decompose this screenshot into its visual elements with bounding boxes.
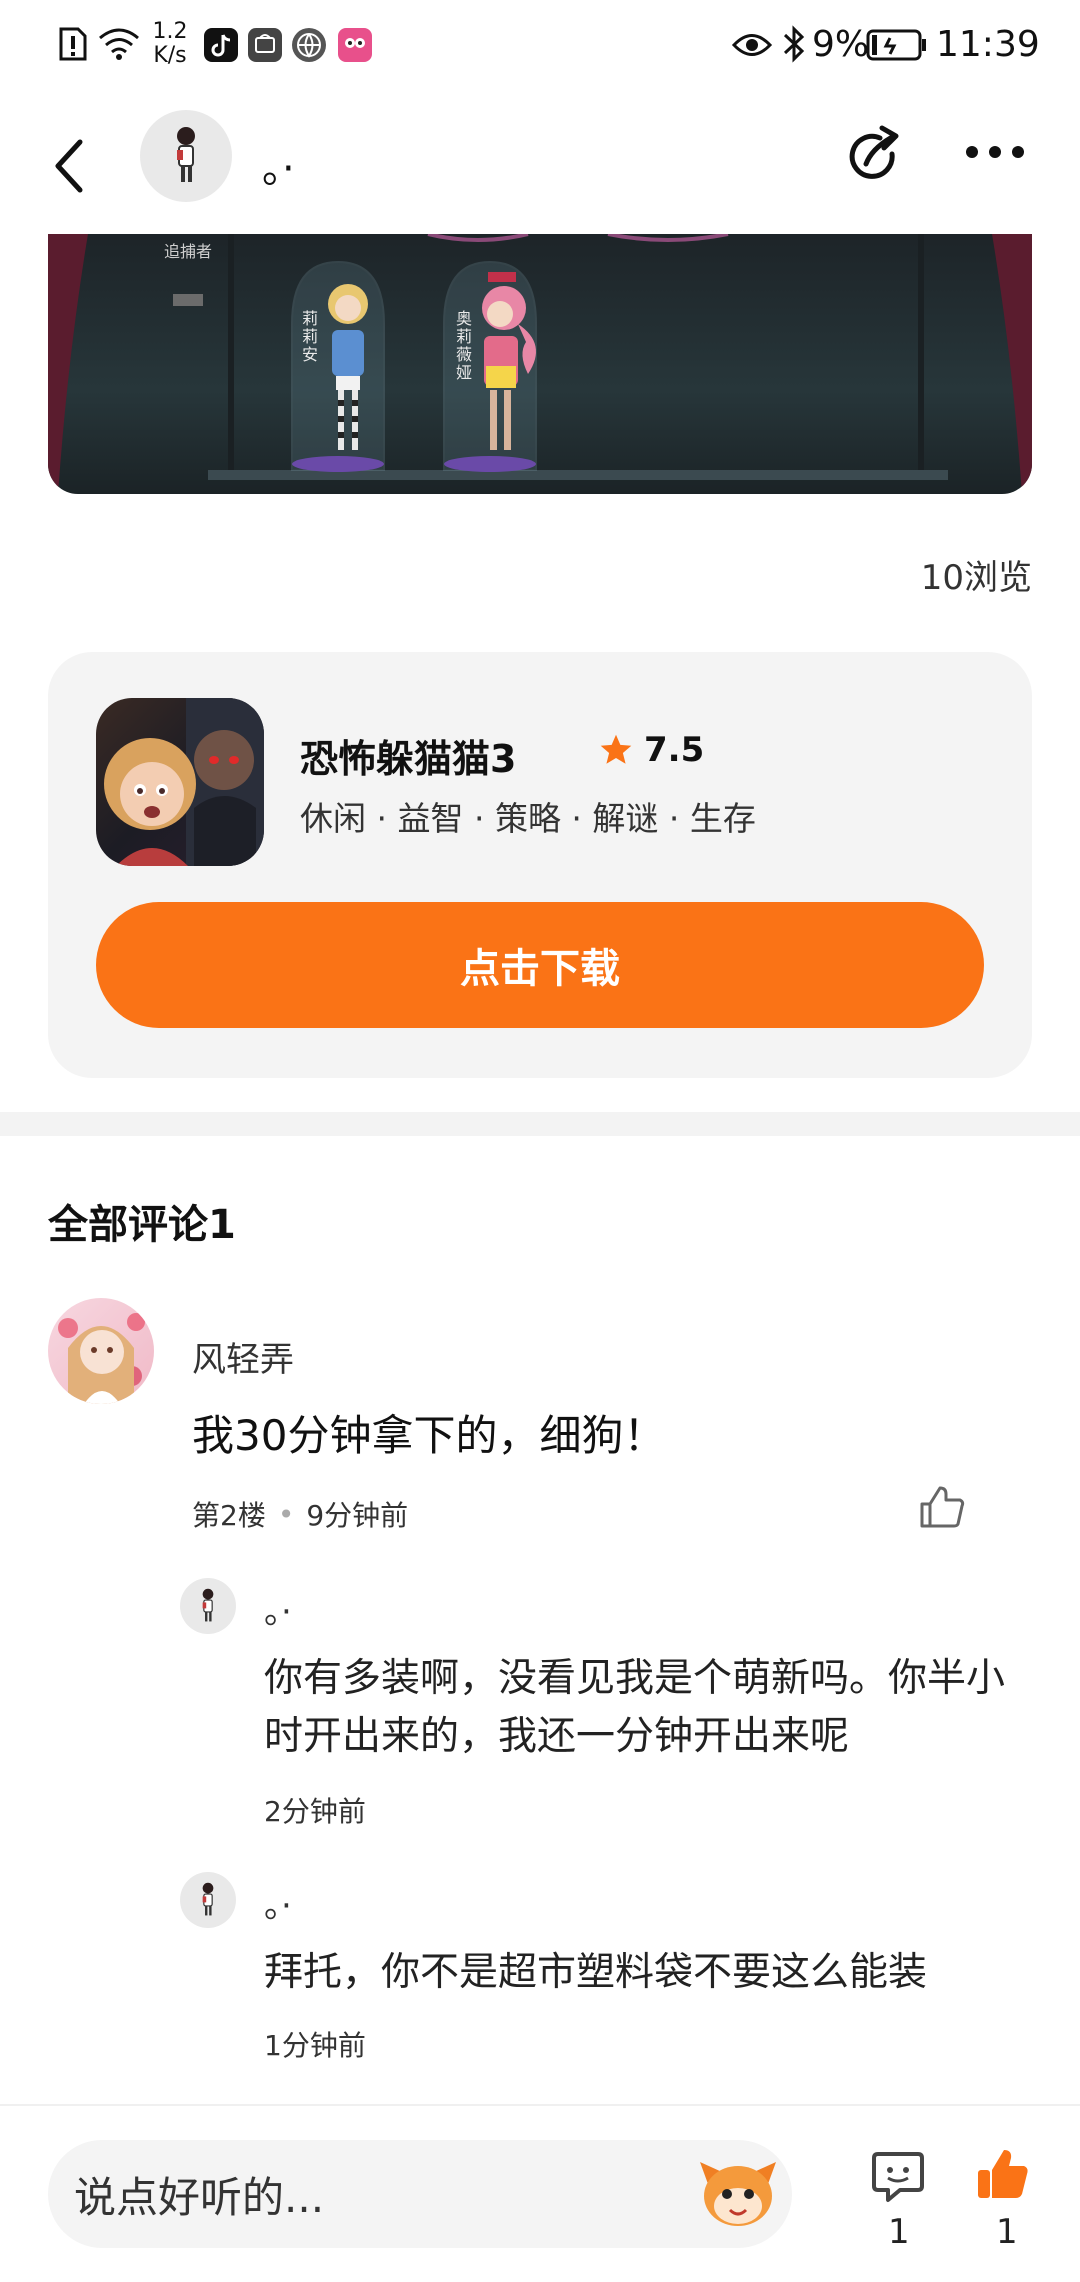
reply-time: 2分钟前: [264, 1795, 366, 1828]
comments-title: 全部评论1: [48, 1202, 236, 1248]
comment-username[interactable]: 风轻弄: [192, 1332, 294, 1381]
comment-input[interactable]: 说点好听的...: [48, 2140, 792, 2248]
commenter-avatar-art: [58, 1313, 145, 1404]
reply-time: 1分钟前: [264, 2029, 366, 2062]
reply-avatar-figure: [202, 1588, 214, 1622]
reply-username[interactable]: 。·: [264, 1584, 292, 1633]
post-image[interactable]: 追捕者 莉莉安 奥莉薇娅: [48, 234, 1032, 494]
author-name[interactable]: 。·: [262, 136, 295, 194]
status-bar: 1.2 K/s 9% 11:39: [0, 0, 1080, 96]
huawei-icon: [248, 28, 282, 62]
section-divider: [0, 1112, 1080, 1136]
game-icon[interactable]: [96, 698, 264, 866]
reply-username[interactable]: 。·: [264, 1878, 292, 1927]
tiktok-icon: [204, 28, 238, 62]
comment-input-placeholder: 说点好听的...: [74, 2172, 325, 2222]
net-speed-value: 1.2: [152, 19, 188, 44]
hero-char2-label: 奥莉薇娅: [456, 309, 473, 382]
game-card[interactable]: 恐怖躲猫猫3 7.5 休闲 · 益智 · 策略 · 解谜 · 生存 点击下载: [48, 652, 1032, 1078]
comment-text[interactable]: 我30分钟拿下的，细狗！: [192, 1406, 992, 1466]
browser-icon: [292, 28, 326, 62]
more-icon[interactable]: [962, 142, 1028, 162]
battery-icon: [866, 29, 926, 61]
comment-time: 9分钟前: [306, 1499, 409, 1532]
top-nav-bar: 。·: [0, 96, 1080, 234]
avatar-figure: [177, 127, 195, 182]
view-count: 10浏览: [920, 558, 1032, 598]
battery-percent: 9%: [812, 24, 870, 65]
game-rating: 7.5: [598, 730, 704, 770]
mascot-emoji-icon[interactable]: [694, 2148, 782, 2232]
share-icon[interactable]: [842, 124, 908, 190]
clock: 11:39: [936, 24, 1040, 65]
comment-count: 1: [888, 2212, 910, 2252]
reply-avatar[interactable]: [180, 1872, 236, 1928]
rating-value: 7.5: [644, 730, 705, 770]
game-icon-art: [104, 698, 264, 866]
back-icon[interactable]: [50, 136, 90, 196]
comment-meta: 第2楼 • 9分钟前: [192, 1494, 408, 1534]
comment-floor: 第2楼: [192, 1499, 266, 1532]
alert-icon: [59, 27, 87, 61]
hero-scene: [48, 234, 1032, 494]
star-icon: [600, 734, 632, 764]
reply-avatar[interactable]: [180, 1578, 236, 1634]
comment-like-icon[interactable]: [918, 1484, 966, 1530]
reply-text[interactable]: 拜托，你不是超市塑料袋不要这么能装: [264, 1944, 1032, 2002]
app-icon: [338, 28, 372, 62]
commenter-avatar[interactable]: [48, 1298, 154, 1404]
game-title[interactable]: 恐怖躲猫猫3: [300, 728, 516, 783]
reply-avatar-figure: [202, 1882, 214, 1916]
reply-text[interactable]: 你有多装啊，没看见我是个萌新吗。你半小时开出来的，我还一分钟开出来呢: [264, 1650, 1032, 1766]
meta-dot: •: [277, 1497, 295, 1531]
game-tags: 休闲 · 益智 · 策略 · 解谜 · 生存: [300, 799, 756, 838]
net-speed-unit: K/s: [153, 43, 187, 68]
wifi-icon: [99, 28, 139, 60]
like-count: 1: [996, 2212, 1018, 2252]
download-button[interactable]: 点击下载: [96, 902, 984, 1028]
comment-icon[interactable]: [870, 2148, 926, 2204]
hero-char1-label: 莉莉安: [302, 309, 319, 364]
hero-sign-text: 追捕者: [164, 242, 213, 261]
eye-icon: [732, 34, 772, 56]
bluetooth-icon: [783, 25, 805, 63]
author-avatar[interactable]: [140, 110, 232, 202]
thumbs-up-icon[interactable]: [974, 2146, 1030, 2202]
bottom-action-bar: 说点好听的... 1 1: [0, 2104, 1080, 2282]
